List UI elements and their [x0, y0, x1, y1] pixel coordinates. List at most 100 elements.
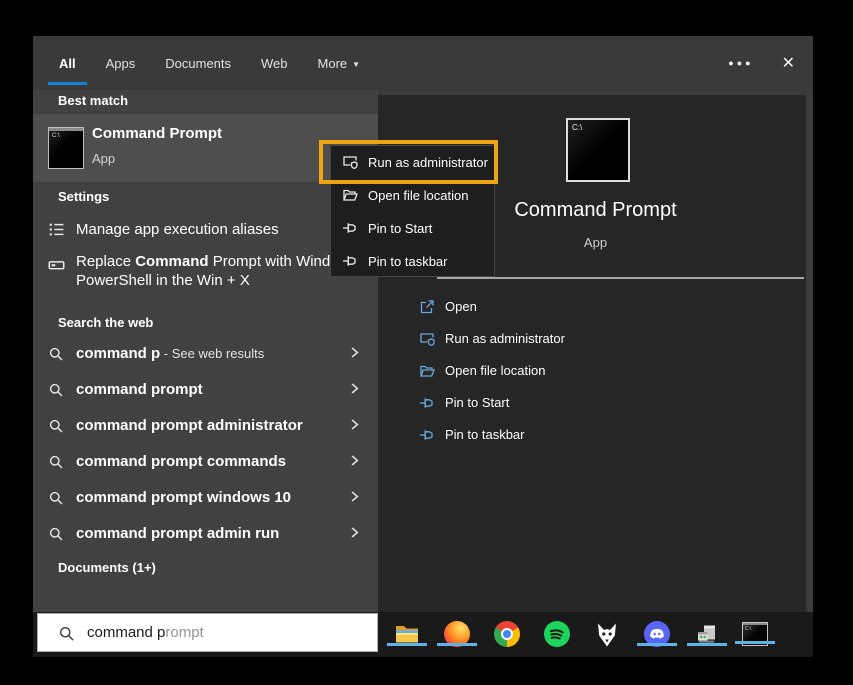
tab-apps-label: Apps	[106, 56, 136, 71]
search-icon	[48, 526, 65, 543]
run-as-admin-icon	[419, 331, 435, 347]
pin-icon	[342, 220, 358, 236]
tab-apps[interactable]: Apps	[104, 56, 138, 71]
pin-icon	[342, 253, 358, 269]
taskbar-chrome-icon[interactable]	[494, 621, 520, 647]
settings-item-label: Manage app execution aliases	[76, 212, 279, 248]
section-documents[interactable]: Documents (1+)	[58, 560, 156, 575]
taskbar-foobar2000-icon[interactable]	[594, 621, 620, 647]
tab-all[interactable]: All	[57, 56, 78, 71]
action-label: Run as administrator	[445, 323, 565, 355]
close-icon[interactable]: ✕	[782, 53, 795, 73]
tab-documents-label: Documents	[165, 56, 231, 71]
best-match-app-type: App	[92, 151, 115, 166]
web-suggestion[interactable]: command prompt	[33, 372, 378, 408]
action-pin-to-taskbar[interactable]: Pin to taskbar	[378, 419, 813, 451]
command-prompt-icon-large: C:\	[566, 118, 630, 182]
open-icon	[419, 299, 435, 315]
more-options-icon[interactable]: ●●●	[728, 58, 753, 68]
suggestion-suffix: - See web results	[160, 346, 264, 361]
suggestion-text: command prompt administrator	[76, 408, 303, 444]
search-icon	[48, 346, 65, 363]
action-open[interactable]: Open	[378, 291, 813, 323]
chevron-right-icon[interactable]	[348, 382, 361, 395]
list-icon	[48, 221, 65, 238]
tab-documents[interactable]: Documents	[163, 56, 233, 71]
context-menu-pin-to-start[interactable]: Pin to Start	[331, 212, 494, 245]
suggestion-query: command p	[76, 345, 160, 362]
highlight-annotation-box	[319, 140, 498, 184]
web-suggestion[interactable]: command prompt admin run	[33, 516, 378, 552]
pin-icon	[419, 427, 435, 443]
web-suggestion[interactable]: command p - See web results	[33, 336, 378, 372]
action-label: Pin to taskbar	[445, 419, 525, 451]
filter-tabs: All Apps Documents Web More ▼	[57, 56, 362, 71]
taskbar-hardware-utility-icon[interactable]	[694, 621, 720, 647]
header-controls: ●●● ✕	[728, 53, 795, 73]
search-filter-bar: All Apps Documents Web More ▼ ●●● ✕	[33, 36, 813, 90]
chevron-right-icon[interactable]	[348, 526, 361, 539]
search-icon	[48, 418, 65, 435]
active-indicator	[387, 643, 427, 646]
action-run-as-admin[interactable]: Run as administrator	[378, 323, 813, 355]
chevron-right-icon[interactable]	[348, 418, 361, 431]
chevron-right-icon[interactable]	[348, 454, 361, 467]
active-indicator	[687, 643, 727, 646]
action-label: Open file location	[445, 355, 545, 387]
action-open-file-location[interactable]: Open file location	[378, 355, 813, 387]
context-menu-pin-to-taskbar[interactable]: Pin to taskbar	[331, 245, 494, 278]
scrollbar-track[interactable]	[806, 95, 813, 612]
suggestion-text: command prompt windows 10	[76, 480, 291, 516]
menu-item-label: Pin to Start	[368, 212, 432, 245]
action-label: Pin to Start	[445, 387, 509, 419]
tab-all-label: All	[59, 56, 76, 71]
label-part: Replace	[76, 253, 135, 270]
typed-text: command p	[87, 624, 165, 641]
tab-web[interactable]: Web	[259, 56, 290, 71]
search-input[interactable]: command prompt	[37, 613, 378, 652]
start-search-flyout: All Apps Documents Web More ▼ ●●● ✕ Best …	[33, 36, 813, 657]
chevron-right-icon[interactable]	[348, 346, 361, 359]
action-label: Open	[445, 291, 477, 323]
settings-item-replace-cmd[interactable]: Replace Command Prompt with Windows Powe…	[33, 250, 378, 310]
command-prompt-icon: C:\	[48, 127, 84, 169]
chevron-down-icon: ▼	[352, 60, 360, 69]
search-icon	[48, 382, 65, 399]
taskbar-discord-icon[interactable]	[644, 621, 670, 647]
autocomplete-text: rompt	[165, 624, 203, 641]
open-file-location-icon	[342, 187, 358, 203]
taskbar-spotify-icon[interactable]	[544, 621, 570, 647]
action-pin-to-start[interactable]: Pin to Start	[378, 387, 813, 419]
suggestion-text: command p - See web results	[76, 336, 264, 372]
tab-more[interactable]: More ▼	[316, 56, 363, 71]
section-settings: Settings	[58, 189, 109, 204]
taskbar-firefox-icon[interactable]	[444, 621, 470, 647]
search-icon	[48, 490, 65, 507]
tab-more-label: More	[318, 56, 348, 71]
web-suggestion[interactable]: command prompt windows 10	[33, 480, 378, 516]
tab-web-label: Web	[261, 56, 288, 71]
search-query-text: command prompt	[87, 614, 204, 651]
settings-item-aliases[interactable]: Manage app execution aliases	[33, 212, 378, 248]
taskbar-command-prompt-icon[interactable]: C:\	[742, 622, 768, 646]
desktop: All Apps Documents Web More ▼ ●●● ✕ Best …	[0, 0, 853, 685]
taskbar-file-explorer-icon[interactable]	[394, 621, 420, 647]
section-best-match: Best match	[58, 93, 128, 108]
search-icon	[58, 625, 75, 642]
active-tab-indicator	[48, 82, 87, 85]
search-icon	[48, 454, 65, 471]
active-indicator	[437, 643, 477, 646]
settings-item-label: Replace Command Prompt with Windows Powe…	[76, 252, 368, 290]
suggestion-text: command prompt admin run	[76, 516, 279, 552]
open-file-location-icon	[419, 363, 435, 379]
chevron-right-icon[interactable]	[348, 490, 361, 503]
cmd-icon-label: C:\	[745, 626, 751, 632]
menu-item-label: Pin to taskbar	[368, 245, 448, 278]
cmd-icon-label: C:\	[572, 123, 582, 132]
web-suggestion[interactable]: command prompt commands	[33, 444, 378, 480]
suggestion-text: command prompt commands	[76, 444, 286, 480]
active-indicator	[735, 641, 775, 644]
web-suggestion[interactable]: command prompt administrator	[33, 408, 378, 444]
taskbar-rect-icon	[48, 257, 65, 274]
cmd-icon-label: C:\	[52, 133, 60, 139]
